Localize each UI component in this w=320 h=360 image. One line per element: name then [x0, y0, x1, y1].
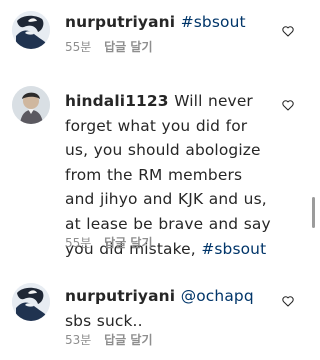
comment-time: 53분: [65, 333, 92, 347]
avatar[interactable]: [12, 283, 50, 321]
heart-outline-icon[interactable]: [281, 24, 295, 38]
comment-username[interactable]: nurputriyani: [65, 13, 175, 31]
reply-button[interactable]: 답글 달기: [104, 333, 152, 347]
scrollbar[interactable]: [312, 197, 315, 228]
comment-meta: 53분 답글 달기: [65, 332, 152, 348]
comment-item: nurputriyani @ochapq sbs suck.. 53분 답글 달…: [0, 281, 317, 360]
comment-hashtag[interactable]: #sbsout: [201, 240, 266, 258]
reply-button[interactable]: 답글 달기: [104, 40, 152, 54]
user-photo-icon: [12, 11, 50, 49]
comment-meta: 55분 답글 달기: [65, 235, 152, 251]
comment-body: Will never forget what you did for us, y…: [65, 92, 271, 258]
reply-button[interactable]: 답글 달기: [104, 236, 152, 250]
user-photo-icon: [12, 283, 50, 321]
heart-outline-icon[interactable]: [281, 294, 295, 308]
comment-text: nurputriyani @ochapq sbs suck..: [65, 284, 275, 333]
comment-item: nurputriyani #sbsout 55분 답글 달기: [0, 0, 317, 70]
comment-username[interactable]: nurputriyani: [65, 287, 175, 305]
comment-username[interactable]: hindali1123: [65, 92, 169, 110]
user-photo-icon: [12, 86, 50, 124]
comment-body: sbs suck..: [65, 311, 143, 330]
comment-meta: 55분 답글 달기: [65, 39, 152, 55]
comment-text: nurputriyani #sbsout: [65, 10, 275, 35]
comment-item: hindali1123 Will never forget what you d…: [0, 84, 317, 264]
comment-time: 55분: [65, 236, 92, 250]
comment-hashtag[interactable]: #sbsout: [181, 13, 246, 31]
avatar[interactable]: [12, 86, 50, 124]
heart-outline-icon[interactable]: [281, 98, 295, 112]
comment-time: 55분: [65, 40, 92, 54]
comment-mention[interactable]: @ochapq: [181, 287, 254, 305]
avatar[interactable]: [12, 11, 50, 49]
